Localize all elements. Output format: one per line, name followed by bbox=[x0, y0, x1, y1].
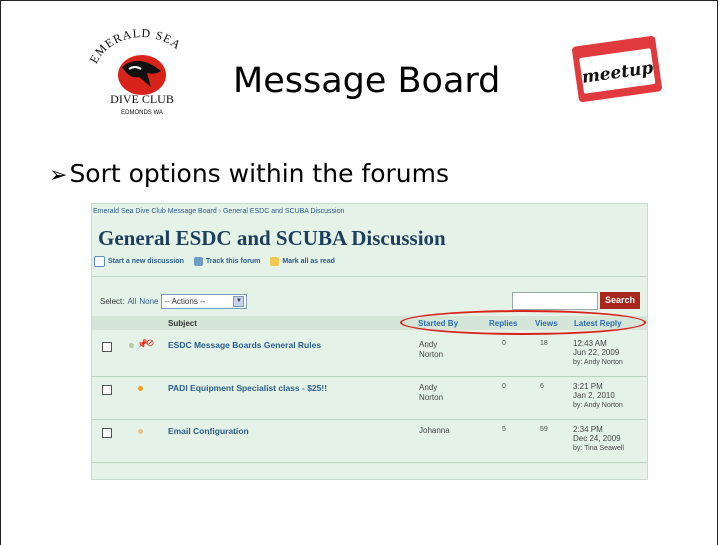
bullet-text: Sort options within the forums bbox=[69, 159, 450, 188]
svg-text:EDMONDS WA: EDMONDS WA bbox=[121, 110, 163, 116]
row-latest-author: by: Andy Norton bbox=[573, 359, 623, 366]
row-started-by-last: Norton bbox=[419, 393, 444, 402]
arrow-bullet-icon: ➢ bbox=[49, 163, 68, 188]
row-replies: 0 bbox=[502, 383, 506, 390]
search-input[interactable] bbox=[512, 292, 598, 310]
chevron-down-icon: ▼ bbox=[233, 296, 245, 307]
start-discussion-label: Start a new discussion bbox=[108, 258, 184, 265]
status-dot-icon bbox=[138, 429, 143, 434]
highlight-oval bbox=[400, 310, 646, 335]
row-views: 6 bbox=[540, 383, 544, 390]
select-none-link[interactable]: None bbox=[139, 297, 158, 306]
row-checkbox[interactable] bbox=[102, 428, 112, 438]
breadcrumb: Emerald Sea Dive Club Message Board › Ge… bbox=[93, 208, 344, 215]
row-started-by-last: Norton bbox=[419, 350, 444, 359]
bullet-point: ➢Sort options within the forums bbox=[49, 159, 449, 188]
locked-icon: ⊘ bbox=[146, 338, 155, 349]
actions-dropdown[interactable]: -- Actions -- ▼ bbox=[161, 294, 248, 309]
row-latest-date: Jun 22, 2009 bbox=[573, 348, 620, 357]
track-forum-icon bbox=[193, 257, 203, 266]
track-forum-link[interactable]: Track this forum bbox=[193, 257, 261, 266]
row-subject-link[interactable]: PADI Equipment Specialist class - $25!! bbox=[168, 383, 327, 393]
forum-title: General ESDC and SCUBA Discussion bbox=[98, 226, 446, 250]
table-row: PADI Equipment Specialist class - $25!! … bbox=[92, 377, 647, 420]
row-latest-time: 2:34 PM bbox=[573, 425, 603, 434]
row-started-by: Andy Norton bbox=[419, 340, 459, 360]
forum-toolbar: Start a new discussion Track this forum … bbox=[94, 256, 335, 267]
breadcrumb-current[interactable]: General ESDC and SCUBA Discussion bbox=[223, 208, 344, 215]
row-subject-link[interactable]: Email Configuration bbox=[168, 426, 249, 436]
row-latest-time: 12:43 AM bbox=[573, 339, 607, 348]
emerald-sea-dive-club-logo: EMERALD SEA DIVE CLUB EDMONDS WA bbox=[87, 26, 184, 116]
row-checkbox[interactable] bbox=[102, 342, 112, 352]
row-views: 59 bbox=[540, 426, 548, 433]
select-controls: Select: All None -- Actions -- ▼ bbox=[100, 294, 248, 309]
row-started-by: Johanna bbox=[419, 426, 459, 436]
table-row: Email Configuration Johanna 5 59 2:34 PM… bbox=[92, 420, 647, 463]
select-label: Select: bbox=[100, 297, 125, 306]
actions-selected-value: -- Actions -- bbox=[164, 297, 206, 306]
row-latest-reply: 3:21 PM Jan 2, 2010 by: Andy Norton bbox=[573, 382, 623, 410]
breadcrumb-separator: › bbox=[218, 208, 222, 215]
row-started-by-first: Johanna bbox=[419, 426, 450, 435]
track-forum-label: Track this forum bbox=[205, 258, 261, 265]
row-latest-author: by: Andy Norton bbox=[573, 402, 623, 409]
divider bbox=[92, 276, 647, 277]
row-latest-reply: 2:34 PM Dec 24, 2009 by: Tina Seawell bbox=[573, 425, 624, 453]
svg-text:DIVE CLUB: DIVE CLUB bbox=[110, 92, 174, 106]
row-views: 18 bbox=[540, 340, 548, 347]
slide: EMERALD SEA DIVE CLUB EDMONDS WA Message… bbox=[0, 0, 718, 545]
row-latest-reply: 12:43 AM Jun 22, 2009 by: Andy Norton bbox=[573, 339, 623, 367]
meetup-logo: meetup bbox=[572, 35, 662, 103]
row-started-by-first: Andy bbox=[419, 383, 438, 392]
mark-all-read-link[interactable]: Mark all as read bbox=[270, 257, 335, 266]
row-replies: 5 bbox=[502, 426, 506, 433]
mark-read-icon bbox=[270, 257, 280, 266]
search-button[interactable]: Search bbox=[600, 292, 640, 309]
slide-title: Message Board bbox=[233, 61, 501, 101]
row-started-by-first: Andy bbox=[419, 340, 438, 349]
row-replies: 0 bbox=[502, 340, 506, 347]
row-latest-date: Jan 2, 2010 bbox=[573, 391, 615, 400]
new-post-dot-icon bbox=[138, 386, 143, 391]
row-started-by: Andy Norton bbox=[419, 383, 459, 403]
row-checkbox[interactable] bbox=[102, 385, 112, 395]
row-latest-author: by: Tina Seawell bbox=[573, 445, 624, 452]
forum-screenshot: Emerald Sea Dive Club Message Board › Ge… bbox=[91, 203, 648, 480]
row-latest-time: 3:21 PM bbox=[573, 382, 603, 391]
status-dot-icon bbox=[129, 343, 134, 348]
table-row: 📌 ⊘ ESDC Message Boards General Rules An… bbox=[92, 334, 647, 377]
new-document-icon bbox=[94, 256, 105, 267]
row-subject-link[interactable]: ESDC Message Boards General Rules bbox=[168, 340, 321, 350]
start-discussion-link[interactable]: Start a new discussion bbox=[94, 256, 184, 267]
mark-all-read-label: Mark all as read bbox=[282, 258, 335, 265]
breadcrumb-root-link[interactable]: Emerald Sea Dive Club Message Board bbox=[93, 208, 217, 215]
column-subject: Subject bbox=[168, 319, 197, 328]
select-all-link[interactable]: All bbox=[127, 297, 136, 306]
row-latest-date: Dec 24, 2009 bbox=[573, 434, 621, 443]
